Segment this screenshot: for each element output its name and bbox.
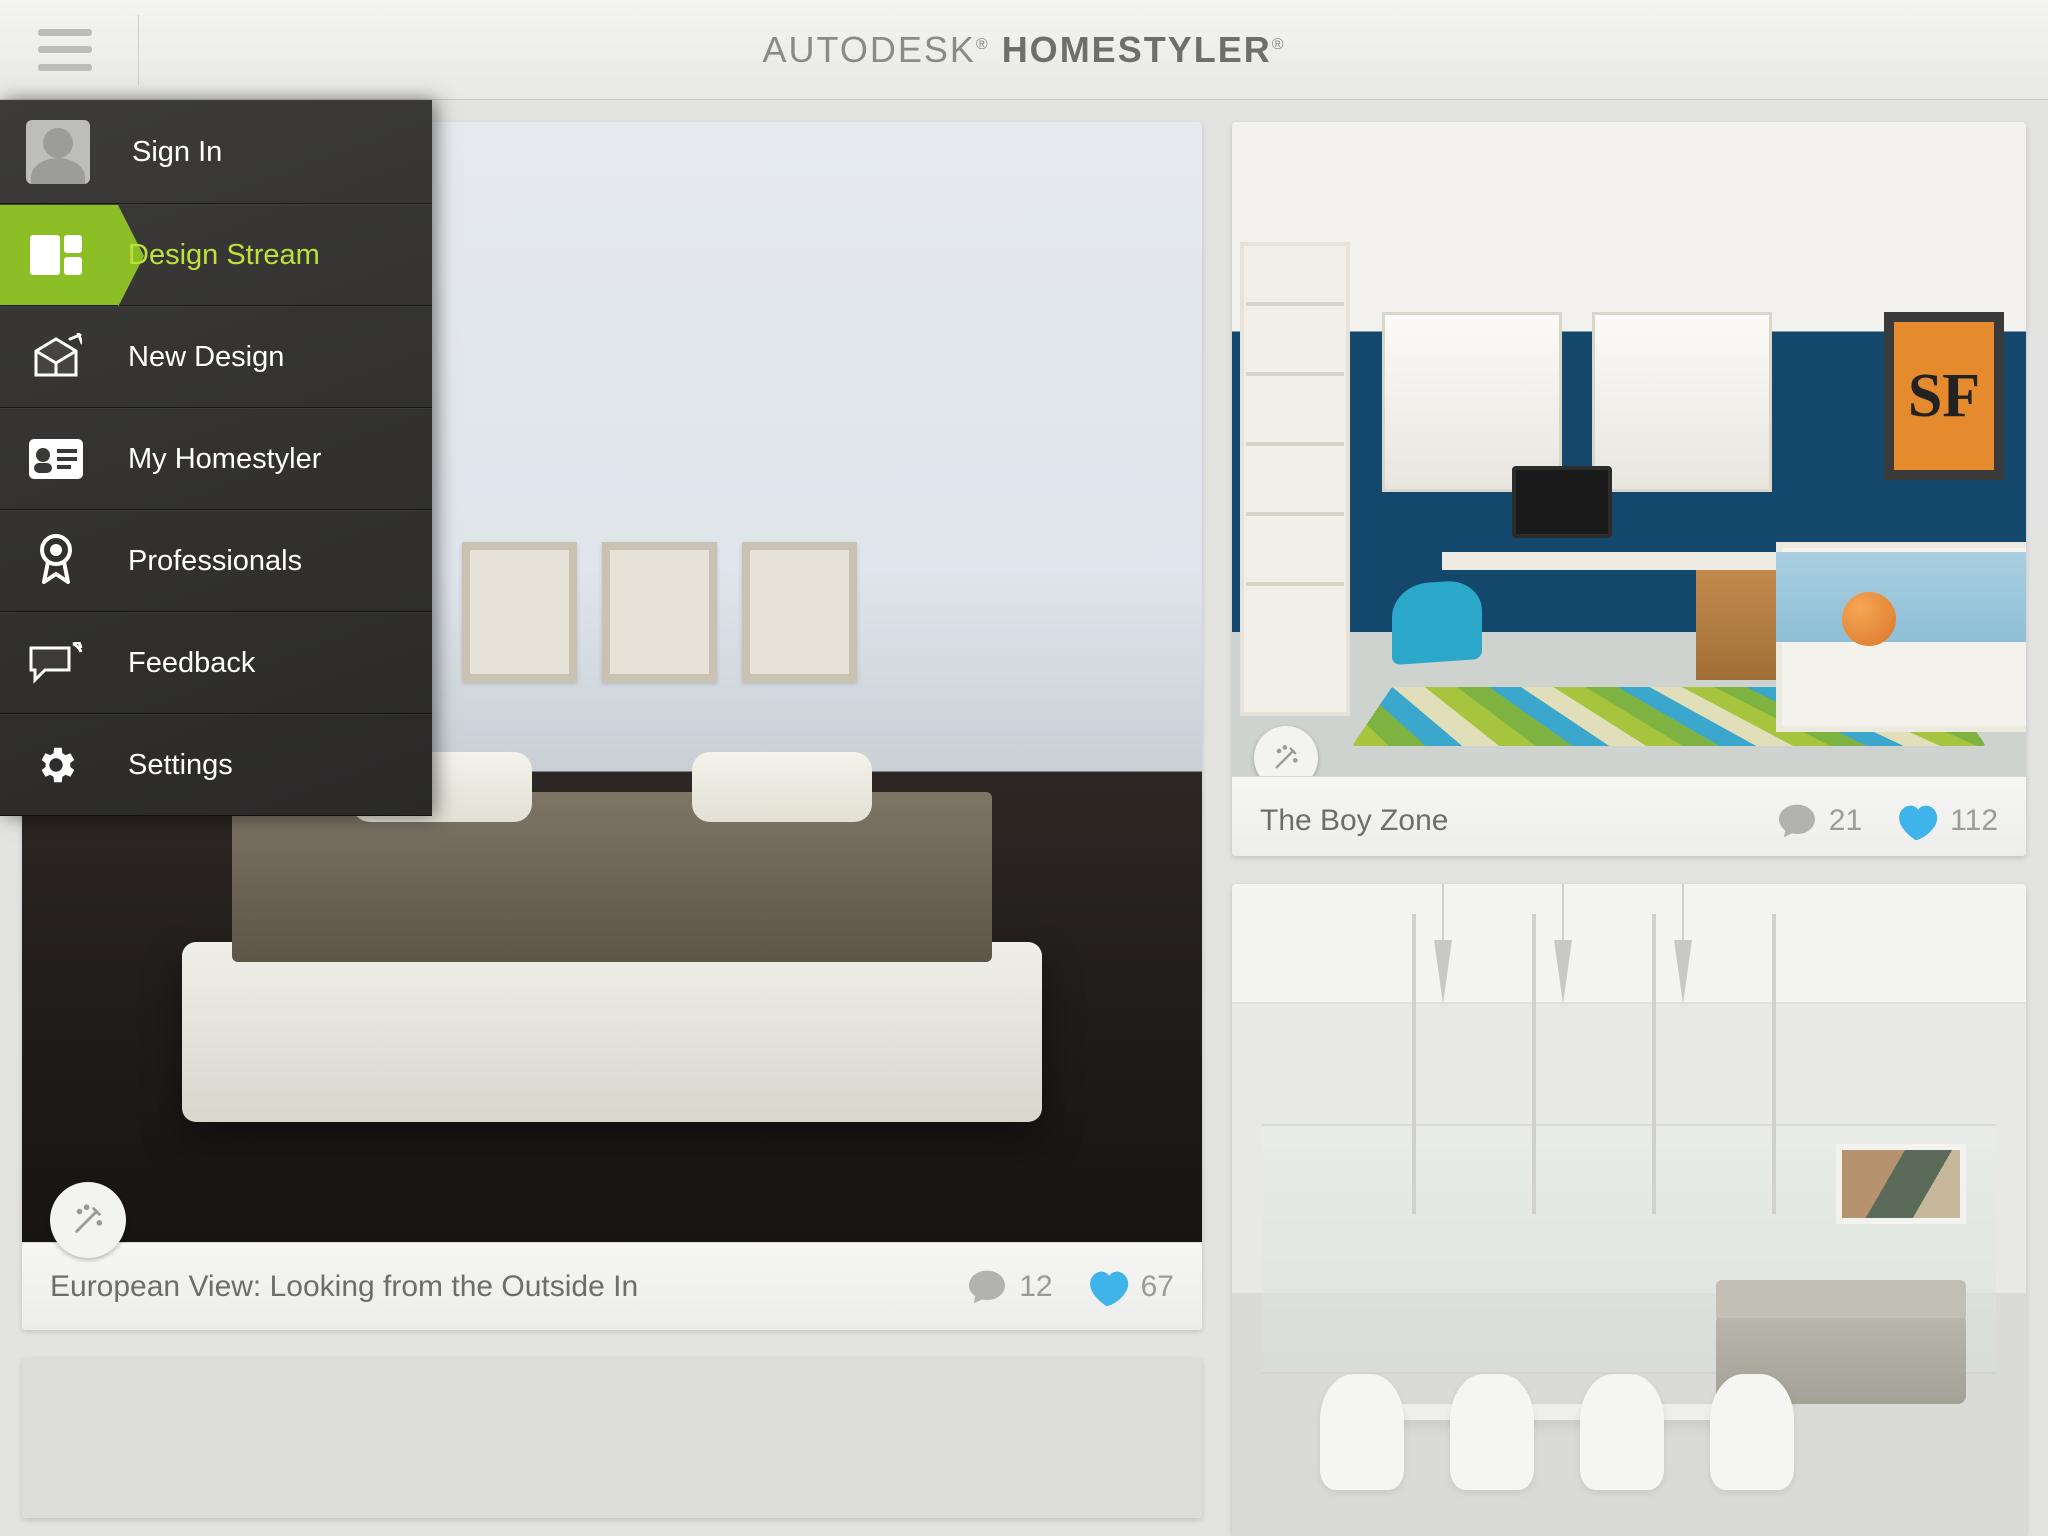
sidebar-item-label: My Homestyler [128, 443, 321, 476]
sidebar-item-label: New Design [128, 341, 284, 374]
my-homestyler-icon [26, 429, 86, 489]
likes-count: 67 [1141, 1270, 1174, 1304]
sidebar-item-professionals[interactable]: Professionals [0, 510, 432, 612]
design-stream-icon [26, 225, 86, 285]
heart-icon [1896, 802, 1938, 840]
design-title: European View: Looking from the Outside … [50, 1270, 933, 1304]
comments-count: 21 [1829, 804, 1862, 838]
sidebar-item-label: Feedback [128, 647, 255, 680]
design-image [22, 1358, 1202, 1518]
likes-stat[interactable]: 67 [1087, 1268, 1174, 1306]
sidebar-item-design-stream[interactable]: Design Stream [0, 204, 432, 306]
topbar: AUTODESK® HOMESTYLER® [0, 0, 2048, 100]
sidebar-item-label: Design Stream [128, 239, 320, 272]
sidebar-signin[interactable]: Sign In [0, 100, 432, 204]
avatar-icon [26, 120, 90, 184]
topbar-divider [138, 15, 139, 85]
card-footer: The Boy Zone 21 112 [1232, 776, 2026, 856]
heart-icon [1087, 1268, 1129, 1306]
comments-stat[interactable]: 12 [967, 1269, 1052, 1305]
sidebar-menu: Sign In Design Stream New Design My Home… [0, 100, 432, 816]
sidebar-item-label: Sign In [132, 136, 222, 169]
brand-title: AUTODESK® HOMESTYLER® [0, 29, 2048, 71]
menu-button[interactable] [38, 29, 92, 71]
comment-icon [1777, 803, 1817, 839]
professionals-icon [26, 531, 86, 591]
gear-icon [26, 735, 86, 795]
card-footer: European View: Looking from the Outside … [22, 1242, 1202, 1330]
comments-stat[interactable]: 21 [1777, 803, 1862, 839]
feedback-icon [26, 633, 86, 693]
design-card-placeholder[interactable] [22, 1358, 1202, 1518]
magic-wand-icon[interactable] [1254, 726, 1318, 776]
comments-count: 12 [1019, 1270, 1052, 1304]
design-card-boy-zone[interactable]: SF The Boy Zone 21 112 [1232, 122, 2026, 856]
likes-count: 112 [1950, 804, 1998, 838]
sidebar-item-settings[interactable]: Settings [0, 714, 432, 816]
sidebar-item-my-homestyler[interactable]: My Homestyler [0, 408, 432, 510]
poster-sf: SF [1884, 312, 2004, 480]
design-title: The Boy Zone [1260, 804, 1743, 838]
brand-name: HOMESTYLER [1002, 29, 1272, 70]
design-card-glass-house[interactable] [1232, 884, 2026, 1536]
sidebar-item-label: Settings [128, 749, 233, 782]
brand-prefix: AUTODESK [762, 29, 975, 70]
magic-wand-icon[interactable] [50, 1182, 126, 1258]
new-design-icon [26, 327, 86, 387]
design-image: SF [1232, 122, 2026, 776]
sidebar-item-new-design[interactable]: New Design [0, 306, 432, 408]
design-image [1232, 884, 2026, 1536]
sidebar-item-feedback[interactable]: Feedback [0, 612, 432, 714]
sidebar-item-label: Professionals [128, 545, 302, 578]
comment-icon [967, 1269, 1007, 1305]
likes-stat[interactable]: 112 [1896, 802, 1998, 840]
